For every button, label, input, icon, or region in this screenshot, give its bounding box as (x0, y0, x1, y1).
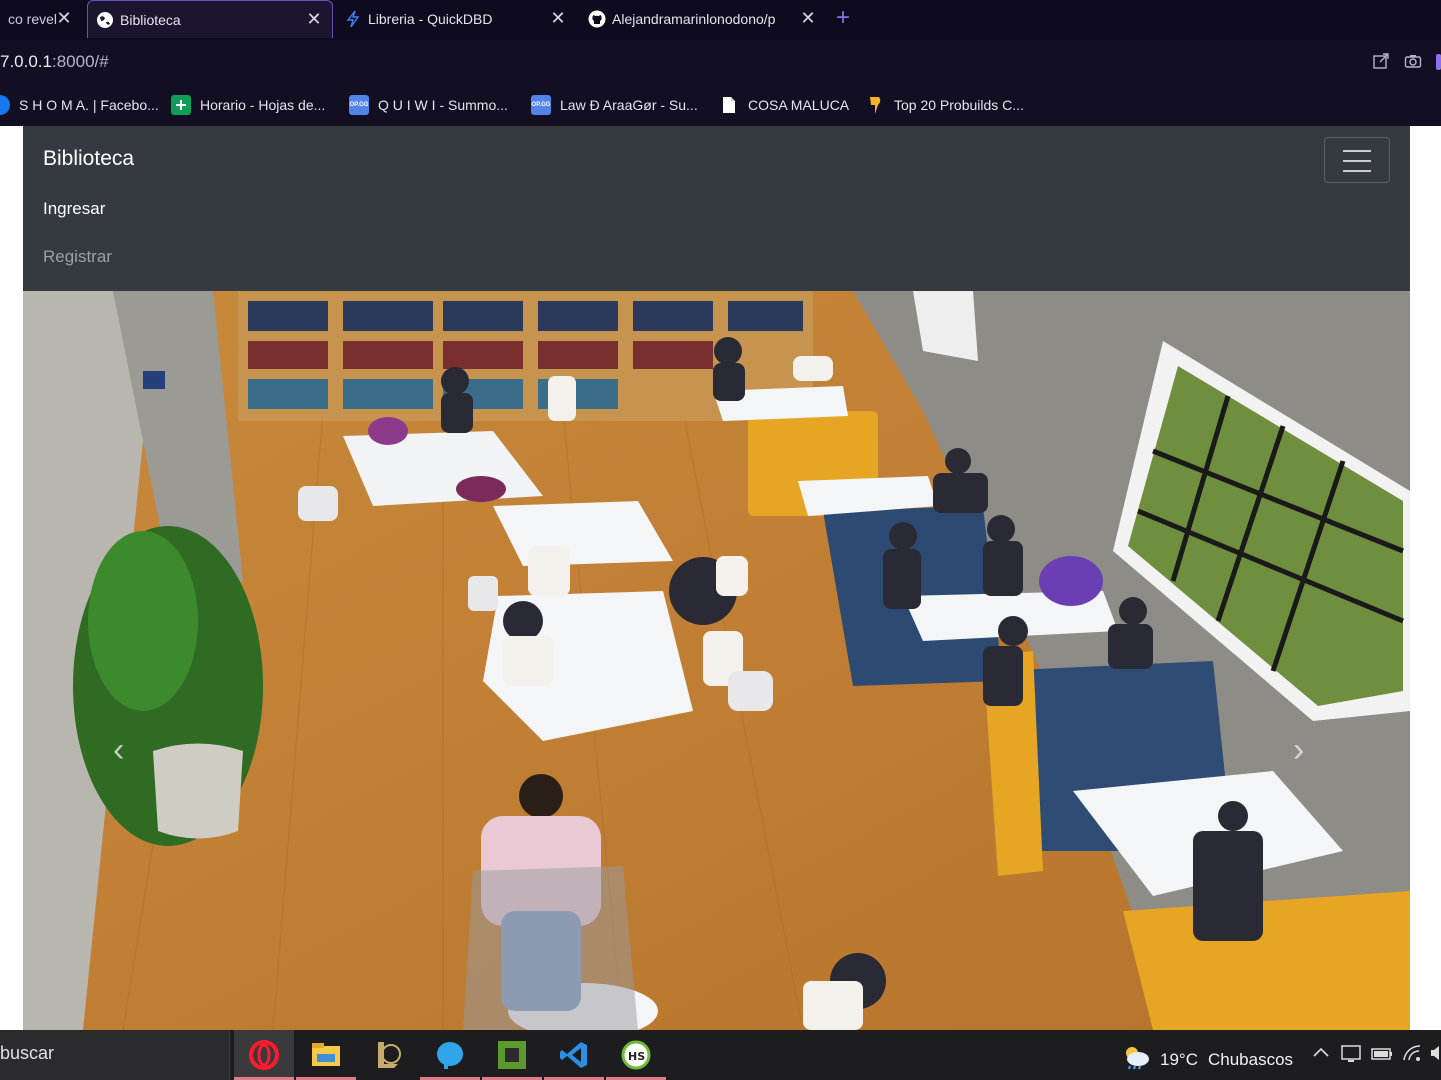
url-path: :8000/# (52, 52, 109, 71)
extension-edge-icon (1436, 54, 1441, 70)
bookmark-shoma[interactable]: S H O M A. | Facebo... (0, 94, 159, 116)
library-photo (23, 291, 1410, 1030)
weather-widget[interactable]: 19°C Chubascos (1122, 1044, 1293, 1075)
weather-text: Chubascos (1207, 1049, 1294, 1069)
quickdbd-icon (344, 10, 362, 28)
chevron-up-icon[interactable] (1312, 1044, 1330, 1067)
bookmark-label: S H O M A. | Facebo... (19, 97, 159, 113)
hs-icon[interactable]: HS (606, 1030, 666, 1080)
url-host: 7.0.0.1 (0, 52, 52, 71)
navbar-toggler-button[interactable] (1324, 137, 1390, 183)
minecraft-icon[interactable] (482, 1030, 542, 1080)
document-icon (719, 95, 739, 115)
bookmark-cosa-maluca[interactable]: COSA MALUCA (719, 94, 849, 116)
bookmark-label: COSA MALUCA (748, 97, 850, 113)
opgg-icon: OP.GG (531, 95, 551, 115)
navbar-brand[interactable]: Biblioteca (43, 147, 134, 171)
nav-link-ingresar[interactable]: Ingresar (43, 199, 105, 219)
site-navbar: Biblioteca Ingresar Registrar (23, 126, 1410, 291)
taskbar-search-box[interactable]: buscar (0, 1030, 230, 1080)
search-placeholder: buscar (0, 1043, 55, 1063)
league-client-icon[interactable] (358, 1030, 418, 1080)
tab-github[interactable]: Alejandramarinlonodono/p ✕ (580, 0, 826, 38)
new-tab-button[interactable]: + (836, 6, 850, 30)
close-icon[interactable]: ✕ (56, 9, 72, 27)
hamburger-icon-bar (1343, 160, 1371, 162)
monitor-icon[interactable] (1341, 1044, 1363, 1069)
github-icon (588, 10, 606, 28)
tab-co-revel[interactable]: co revel ✕ (0, 0, 84, 38)
browser-tab-bar: co revel ✕ Biblioteca ✕ Libreria - Quick… (0, 0, 1441, 40)
tab-biblioteca[interactable]: Biblioteca ✕ (87, 0, 333, 38)
elephant-icon[interactable] (420, 1030, 480, 1080)
bookmark-label: Law Ð AraaGør - Su... (560, 97, 698, 113)
tab-title: co revel (8, 11, 58, 27)
probuilds-icon (865, 95, 885, 115)
weather-temp: 19°C (1160, 1049, 1198, 1069)
globe-icon (96, 11, 114, 29)
opera-icon[interactable] (234, 1030, 294, 1080)
bookmarks-bar: S H O M A. | Facebo... Horario - Hojas d… (0, 84, 1441, 126)
weather-cloud-icon (1122, 1044, 1150, 1075)
close-icon[interactable]: ✕ (306, 10, 322, 28)
address-bar: 7.0.0.1:8000/# (0, 40, 1441, 84)
close-icon[interactable]: ✕ (800, 9, 816, 27)
volume-icon[interactable] (1430, 1044, 1441, 1067)
bookmark-label: Horario - Hojas de... (200, 97, 326, 113)
hamburger-icon (1343, 150, 1371, 152)
web-page: Biblioteca Ingresar Registrar ‹ › (0, 126, 1441, 1030)
nav-link-registrar[interactable]: Registrar (43, 247, 112, 267)
bookmark-probuilds[interactable]: Top 20 Probuilds C... (865, 94, 1024, 116)
tab-title: Alejandramarinlonodono/p (612, 11, 776, 27)
image-carousel: ‹ › (23, 291, 1410, 1030)
tab-title: Libreria - QuickDBD (368, 11, 493, 27)
bookmark-horario[interactable]: Horario - Hojas de... (171, 94, 325, 116)
hamburger-icon-bar (1343, 170, 1371, 172)
tab-quickdbd[interactable]: Libreria - QuickDBD ✕ (336, 0, 576, 38)
bookmark-label: Top 20 Probuilds C... (894, 97, 1024, 113)
bookmark-law[interactable]: OP.GG Law Ð AraaGør - Su... (531, 94, 698, 116)
close-icon[interactable]: ✕ (550, 9, 566, 27)
windows-taskbar: buscar HS 19°C Chubascos (0, 1030, 1441, 1080)
camera-icon[interactable] (1404, 52, 1424, 72)
bookmark-label: Q U I W I - Summo... (378, 97, 508, 113)
carousel-prev-button[interactable]: ‹ (113, 731, 143, 771)
battery-icon[interactable] (1371, 1044, 1393, 1069)
share-icon[interactable] (1372, 52, 1392, 72)
wifi-icon[interactable] (1402, 1044, 1422, 1067)
url-field[interactable]: 7.0.0.1:8000/# (0, 52, 109, 72)
opgg-icon: OP.GG (349, 95, 369, 115)
file-explorer-icon[interactable] (296, 1030, 356, 1080)
facebook-icon (0, 95, 10, 115)
carousel-next-button[interactable]: › (1293, 731, 1323, 771)
vscode-icon[interactable] (544, 1030, 604, 1080)
tab-title: Biblioteca (120, 11, 181, 28)
sheets-icon (171, 95, 191, 115)
svg-text:HS: HS (628, 1050, 645, 1063)
bookmark-quiwi[interactable]: OP.GG Q U I W I - Summo... (349, 94, 508, 116)
